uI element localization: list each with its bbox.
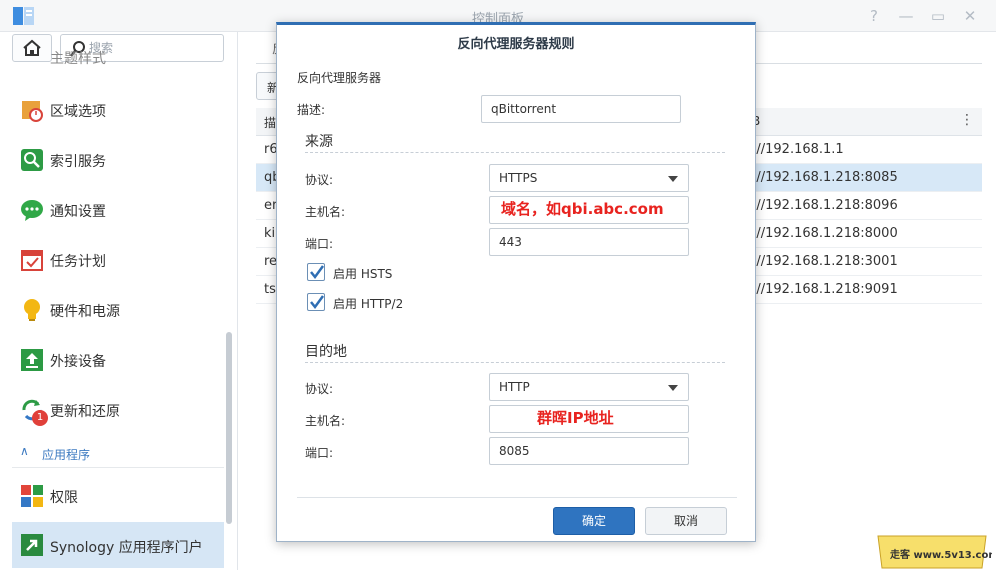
destination-header-label: 目的地 [305,344,347,360]
source-protocol-select[interactable]: HTTPS [489,164,689,192]
sidebar: 主题样式 区域选项 索引服务 通知设置 任务计划 [0,32,238,570]
http2-label: 启用 HTTP/2 [333,297,404,311]
source-protocol-value: HTTPS [499,171,538,185]
cancel-button[interactable]: 取消 [645,507,727,535]
source-hostname-label: 主机名: [305,205,346,219]
ok-button[interactable]: 确定 [553,507,635,535]
sidebar-item-label: 外接设备 [50,354,106,370]
sidebar-item-label: 硬件和电源 [50,304,120,320]
hsts-checkbox[interactable] [307,263,325,281]
destination-protocol-label: 协议: [305,382,334,396]
column-header-description[interactable]: 描 [264,114,276,131]
dialog-footer-divider [297,497,737,498]
dialog-subtitle: 反向代理服务器 [297,71,382,85]
checkmark-icon [310,295,325,310]
chevron-down-icon [668,176,678,182]
http2-checkbox[interactable] [307,293,325,311]
sidebar-item-notification[interactable]: 通知设置 [12,188,224,232]
index-icon [21,149,43,171]
sidebar-item-index[interactable]: 索引服务 [12,138,224,182]
checkmark-icon [310,265,325,280]
section-header-apps[interactable]: ∧ 应用程序 [12,440,224,468]
sidebar-item-region[interactable]: 区域选项 [12,88,224,132]
ip-annotation: 群晖IP地址 [537,409,614,427]
region-icon [22,101,43,122]
sidebar-item-label: 权限 [50,490,78,506]
destination-port-input[interactable]: 8085 [489,437,689,465]
sidebar-item-permissions[interactable]: 权限 [12,474,224,518]
cell-destination: ://192.168.1.218:3001 [752,254,898,269]
calendar-icon [21,250,43,271]
reverse-proxy-rule-dialog: 反向代理服务器规则 反向代理服务器 描述: qBittorrent 来源 协议:… [276,22,756,542]
sidebar-item-external-devices[interactable]: 外接设备 [12,338,224,382]
svg-text:走客 www.5v13.com: 走客 www.5v13.com [889,548,992,561]
chevron-up-icon: ∧ [20,444,29,458]
section-label: 应用程序 [42,448,91,462]
notification-icon [21,200,43,221]
source-port-input[interactable]: 443 [489,228,689,256]
dialog-title: 反向代理服务器规则 [457,37,575,52]
hsts-label: 启用 HSTS [333,267,393,281]
sidebar-item-task-scheduler[interactable]: 任务计划 [12,238,224,282]
sidebar-item-label: 区域选项 [50,104,106,120]
close-icon[interactable]: ✕ [960,6,980,26]
source-port-label: 端口: [305,237,334,251]
sidebar-item-label: 索引服务 [50,154,106,170]
sidebar-item-label: 通知设置 [50,204,106,220]
cell-destination: ://192.168.1.218:8000 [752,226,898,241]
sidebar-item-partial[interactable]: 主题样式 [12,48,224,76]
cell-description: ki [264,226,276,241]
chevron-down-icon [668,385,678,391]
hostname-annotation: 域名，如qbi.abc.com [501,200,664,218]
portal-icon [21,534,43,556]
sidebar-item-label: 主题样式 [50,51,106,67]
cell-destination: ://192.168.1.218:9091 [752,282,898,297]
source-section-header: 来源 [305,131,725,153]
sidebar-scrollbar[interactable] [226,332,232,524]
watermark-logo: 走客 www.5v13.com [877,535,992,569]
sidebar-item-label: 任务计划 [50,254,106,270]
cell-description: ts [264,282,276,297]
sidebar-item-label: Synology 应用程序门户 [50,540,203,556]
sidebar-item-portal[interactable]: Synology 应用程序门户 [12,522,224,568]
destination-section-header: 目的地 [305,341,725,363]
source-protocol-label: 协议: [305,173,334,187]
sidebar-item-update[interactable]: 1 更新和还原 [12,388,224,432]
destination-port-label: 端口: [305,446,334,460]
help-icon[interactable]: ? [864,6,884,26]
cell-destination: ://192.168.1.218:8085 [752,170,898,185]
destination-protocol-select[interactable]: HTTP [489,373,689,401]
minimize-icon[interactable]: — [896,6,916,26]
description-label: 描述: [297,103,326,117]
permissions-icon [21,485,43,507]
upload-icon [21,349,43,371]
column-menu-icon[interactable]: ⋮ [960,112,974,128]
cell-destination: ://192.168.1.1 [752,142,844,157]
description-input[interactable]: qBittorrent [481,95,681,123]
sidebar-item-label: 更新和还原 [50,404,120,420]
destination-hostname-label: 主机名: [305,414,346,428]
source-header-label: 来源 [305,134,333,150]
bulb-icon [24,299,40,321]
maximize-icon[interactable]: ▭ [928,6,948,26]
sidebar-item-hardware[interactable]: 硬件和电源 [12,288,224,332]
destination-protocol-value: HTTP [499,380,530,394]
cell-destination: ://192.168.1.218:8096 [752,198,898,213]
update-badge: 1 [32,410,48,426]
